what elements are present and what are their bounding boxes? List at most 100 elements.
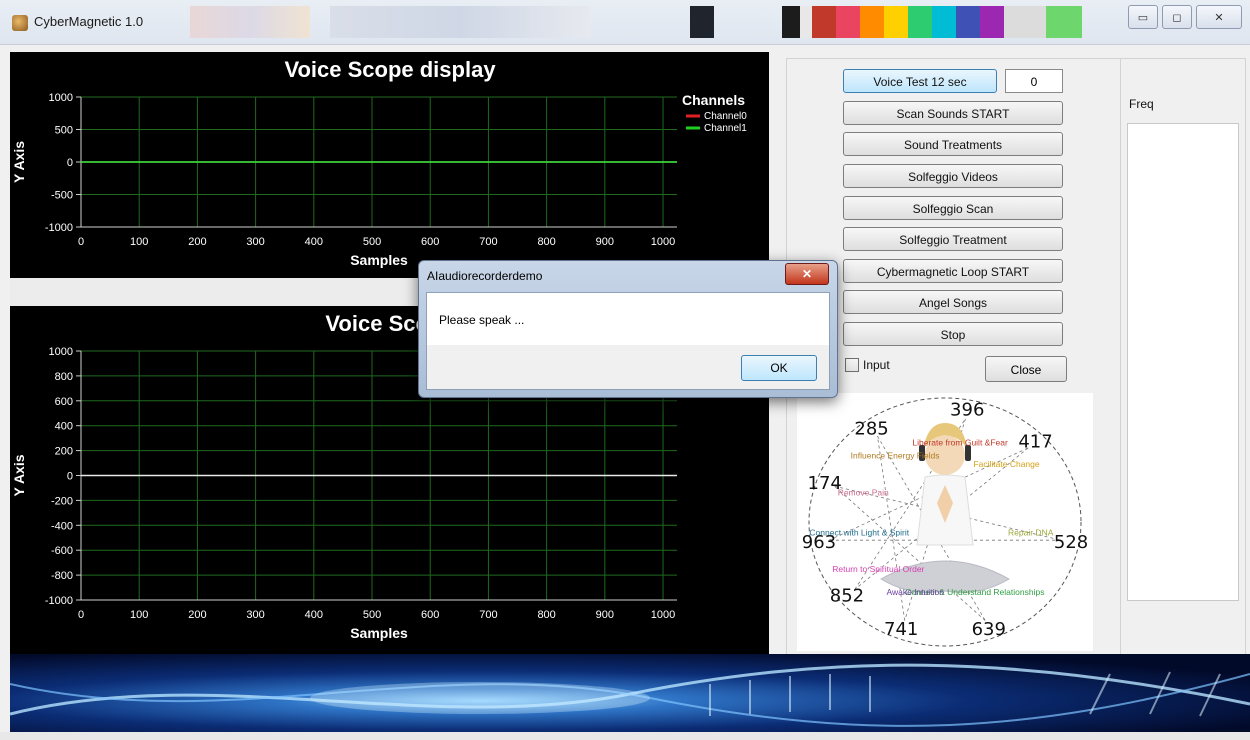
x-axis-label: Samples (350, 625, 408, 641)
solfeggio-scan-button[interactable]: Solfeggio Scan (843, 196, 1063, 220)
cybermagnetic-loop-button[interactable]: Cybermagnetic Loop START (843, 259, 1063, 283)
x-tick-label: 600 (421, 609, 439, 621)
y-axis-label: Y Axis (11, 454, 27, 496)
y-tick-label: 1000 (49, 92, 73, 104)
x-tick-label: 100 (130, 609, 148, 621)
x-tick-label: 1000 (651, 609, 675, 621)
y-tick-label: -1000 (45, 595, 73, 607)
freq-list[interactable] (1127, 123, 1239, 601)
y-tick-label: 200 (55, 446, 73, 458)
x-tick-label: 200 (188, 609, 206, 621)
solfeggio-chart-image: 396 417 528 639 741 852 963 174 285 Liberate fro… (797, 393, 1093, 651)
y-tick-label: -200 (51, 495, 73, 507)
background-artifact (330, 6, 590, 38)
y-tick-label: 800 (55, 371, 73, 383)
x-tick-label: 700 (479, 609, 497, 621)
x-tick-label: 600 (421, 236, 439, 248)
y-tick-label: -600 (51, 545, 73, 557)
dialog-body: Please speak ... OK (426, 292, 830, 390)
solfeggio-label: Awake Intuition (886, 587, 944, 597)
solfeggio-frequency: 852 (830, 585, 864, 606)
app-icon (12, 15, 28, 31)
y-tick-label: -1000 (45, 222, 73, 234)
legend-entry: Channel0 (704, 111, 747, 122)
close-window-button[interactable]: ✕ (1196, 5, 1242, 29)
freq-panel: Freq (1120, 58, 1246, 656)
x-tick-label: 800 (537, 236, 555, 248)
input-label: Input (863, 358, 890, 372)
window-title: CyberMagnetic 1.0 (34, 14, 144, 29)
y-tick-label: -400 (51, 520, 73, 532)
stop-button[interactable]: Stop (843, 322, 1063, 346)
solfeggio-label: Repair DNA (1008, 527, 1054, 537)
solfeggio-label: Return to Spiritual Order (832, 564, 924, 574)
angel-songs-button[interactable]: Angel Songs (843, 290, 1063, 314)
input-option[interactable]: Input (845, 358, 890, 372)
window-controls: ▭ ◻ ✕ (1128, 5, 1242, 29)
x-tick-label: 100 (130, 236, 148, 248)
x-tick-label: 500 (363, 236, 381, 248)
sound-treatments-button[interactable]: Sound Treatments (843, 132, 1063, 156)
status-bar (0, 732, 1250, 740)
maximize-button[interactable]: ◻ (1162, 5, 1192, 29)
solfeggio-frequency: 639 (972, 619, 1006, 640)
voice-scope-top-chart: Voice Scope display 0 100 200 300 400 500 600 70… (11, 57, 747, 268)
dialog-ok-button[interactable]: OK (741, 355, 817, 381)
dialog-message-area: Please speak ... (427, 293, 829, 345)
solfeggio-frequency: 417 (1018, 431, 1052, 452)
x-tick-label: 300 (246, 236, 264, 248)
x-tick-label: 700 (479, 236, 497, 248)
x-tick-label: 900 (596, 609, 614, 621)
solfeggio-wheel: 396417528639741852963174285 Liberate fro… (802, 397, 1088, 647)
dialog-title: AIaudiorecorderdemo (427, 269, 543, 283)
dna-banner-image (10, 654, 1250, 732)
minimize-button[interactable]: ▭ (1128, 5, 1158, 29)
dna-helix-graphic (10, 663, 1250, 727)
solfeggio-frequency: 741 (884, 619, 918, 640)
solfeggio-label: Liberate from Guilt &Fear (912, 438, 1008, 448)
x-tick-label: 200 (188, 236, 206, 248)
legend-entry: Channel1 (704, 123, 747, 134)
dialog-close-button[interactable]: ✕ (785, 263, 829, 285)
freq-label: Freq (1129, 97, 1154, 111)
solfeggio-label: Influence Energy Fields (851, 450, 940, 460)
y-tick-label: 500 (55, 125, 73, 137)
background-artifact (782, 6, 1082, 38)
legend-title: Channels (682, 92, 745, 108)
close-button[interactable]: Close (985, 356, 1067, 382)
x-tick-label: 300 (246, 609, 264, 621)
x-axis-label: Samples (350, 252, 408, 268)
input-checkbox[interactable] (845, 358, 859, 372)
y-tick-label: 1000 (49, 346, 73, 358)
y-tick-label: 0 (67, 471, 73, 483)
x-tick-label: 800 (537, 609, 555, 621)
y-tick-label: 0 (67, 157, 73, 169)
x-tick-label: 1000 (651, 236, 675, 248)
solfeggio-treatment-button[interactable]: Solfeggio Treatment (843, 227, 1063, 251)
chart-title: Voice Scope display (284, 57, 496, 82)
x-tick-label: 500 (363, 609, 381, 621)
solfeggio-label: Remove Pain (838, 487, 889, 497)
solfeggio-frequency: 285 (854, 419, 888, 440)
counter-field[interactable]: 0 (1005, 69, 1063, 93)
y-tick-label: 400 (55, 421, 73, 433)
scan-sounds-button[interactable]: Scan Sounds START (843, 101, 1063, 125)
y-axis-label: Y Axis (11, 141, 27, 183)
x-tick-label: 0 (78, 236, 84, 248)
y-tick-label: -500 (51, 190, 73, 202)
x-tick-label: 400 (305, 609, 323, 621)
solfeggio-label: Facilitate Change (973, 459, 1039, 469)
background-artifact (190, 6, 310, 38)
dialog-message: Please speak ... (439, 313, 525, 327)
solfeggio-videos-button[interactable]: Solfeggio Videos (843, 164, 1063, 188)
voice-scope-top: Voice Scope display 0 100 200 300 400 500 600 70… (10, 52, 769, 278)
solfeggio-frequency: 528 (1054, 532, 1088, 553)
y-tick-label: 600 (55, 396, 73, 408)
audio-recorder-dialog: AIaudiorecorderdemo ✕ Please speak ... O… (418, 260, 838, 398)
x-tick-label: 900 (596, 236, 614, 248)
background-artifact (690, 6, 714, 38)
y-tick-label: -800 (51, 570, 73, 582)
title-bar: CyberMagnetic 1.0 ▭ ◻ ✕ (0, 0, 1250, 45)
solfeggio-frequency: 396 (950, 400, 984, 421)
voice-test-button[interactable]: Voice Test 12 sec (843, 69, 997, 93)
